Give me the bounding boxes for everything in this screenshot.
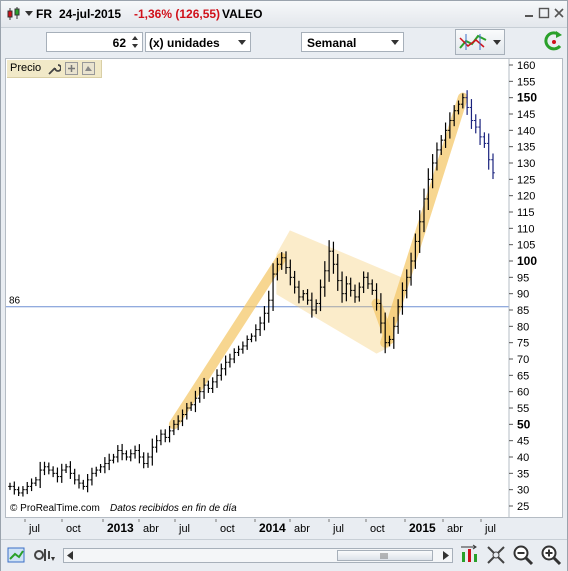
y-tick-label: 85 (517, 305, 529, 317)
period-select[interactable]: Semanal (301, 32, 404, 52)
period-select-value: Semanal (307, 36, 357, 50)
y-tick-label: 40 (517, 452, 529, 464)
data-source-note: Datos recibidos en fin de día (110, 503, 237, 514)
y-tick-label: 105 (517, 240, 535, 252)
x-tick-label: jul (484, 523, 496, 535)
maximize-icon[interactable] (537, 6, 551, 20)
quantity-input[interactable]: 62 (46, 32, 143, 52)
x-tick-label: abr (143, 523, 159, 535)
x-tick-label: 2015 (409, 521, 436, 535)
symbol-label: VALEO (222, 7, 263, 21)
y-tick-label: 35 (517, 468, 529, 480)
chart-type-icon[interactable] (7, 545, 29, 565)
y-tick-label: 145 (517, 109, 535, 121)
exchange-label: FR (36, 7, 52, 21)
y-tick-label: 120 (517, 191, 535, 203)
y-tick-label: 25 (517, 501, 529, 513)
y-tick-label: 80 (517, 321, 529, 333)
chart-window: FR 24-jul-2015 -1,36% (126,55) VALEO 62 … (0, 0, 568, 571)
scrollbar-thumb[interactable] (337, 550, 433, 561)
y-tick-label: 50 (517, 417, 531, 431)
uptrend-highlight-1 (168, 252, 287, 430)
unit-select-value: (x) unidades (149, 36, 220, 50)
x-tick-label: oct (66, 523, 81, 535)
y-tick-label: 75 (517, 338, 529, 350)
fit-chart-icon[interactable] (485, 544, 507, 566)
scroll-left-icon[interactable] (66, 551, 74, 560)
x-tick-label: abr (294, 523, 310, 535)
indicator-chart-icon (459, 34, 487, 50)
horizontal-scrollbar[interactable] (63, 548, 453, 563)
y-tick-label: 125 (517, 174, 535, 186)
y-tick-label: 140 (517, 125, 535, 137)
change-label: -1,36% (126,55) (134, 7, 221, 21)
y-tick-label: 135 (517, 142, 535, 154)
zoom-in-icon[interactable] (540, 544, 562, 566)
grip-icon (380, 553, 388, 559)
chevron-down-icon[interactable] (25, 11, 33, 17)
x-tick-label: 2013 (107, 521, 134, 535)
dropdown-arrow-icon (493, 40, 501, 45)
y-tick-label: 130 (517, 158, 535, 170)
x-tick-label: oct (370, 523, 385, 535)
y-tick-label: 95 (517, 272, 529, 284)
dropdown-arrow-icon (238, 40, 246, 45)
x-tick-label: jul (178, 523, 190, 535)
y-tick-label: 70 (517, 354, 529, 366)
link-chart-icon[interactable] (34, 545, 56, 565)
close-icon[interactable] (552, 6, 566, 20)
y-tick-label: 150 (517, 91, 537, 105)
y-tick-label: 45 (517, 436, 529, 448)
y-tick-label: 60 (517, 387, 529, 399)
title-bar: FR 24-jul-2015 -1,36% (126,55) VALEO (1, 1, 567, 28)
y-tick-label: 65 (517, 370, 529, 382)
x-axis: jul oct 2013 abr jul oct 2014 abr jul oct 2015 abr j… (24, 519, 496, 535)
y-tick-label: 90 (517, 289, 529, 301)
y-tick-label: 110 (517, 223, 535, 235)
scroll-right-icon[interactable] (442, 551, 450, 560)
toolbar: 62 (x) unidades Semanal (1, 28, 567, 58)
y-tick-label: 155 (517, 76, 535, 88)
copyright-label: © ProRealTime.com (10, 503, 100, 514)
minimize-icon[interactable] (522, 6, 536, 20)
dropdown-arrow-icon (391, 40, 399, 45)
date-label: 24-jul-2015 (59, 7, 122, 21)
x-tick-label: abr (447, 523, 463, 535)
quantity-value: 62 (112, 36, 126, 50)
unit-select[interactable]: (x) unidades (145, 32, 251, 52)
y-tick-label: 100 (517, 254, 537, 268)
x-tick-label: jul (332, 523, 344, 535)
indicators-button[interactable] (455, 29, 505, 55)
y-tick-label: 30 (517, 485, 529, 497)
price-chart-panel[interactable]: Precio 86 25 30 35 40 45 50 55 60 65 70 75 80 85 90 95… (5, 58, 563, 518)
stepper-icon[interactable] (130, 34, 140, 50)
zoom-out-icon[interactable] (512, 544, 534, 566)
y-tick-label: 115 (517, 207, 535, 219)
refresh-icon[interactable] (544, 30, 564, 56)
x-tick-label: oct (220, 523, 235, 535)
hline-label: 86 (9, 296, 21, 307)
x-tick-label: 2014 (259, 521, 286, 535)
bottom-toolbar (1, 539, 567, 571)
y-tick-label: 55 (517, 403, 529, 415)
auto-scroll-icon[interactable] (459, 544, 481, 566)
candlestick-icon (7, 7, 20, 20)
x-tick-label: jul (28, 523, 40, 535)
chart-svg[interactable]: 86 25 30 35 40 45 50 55 60 65 70 75 80 85 90 95 100 105 1… (6, 59, 562, 517)
y-tick-label: 160 (517, 60, 535, 72)
